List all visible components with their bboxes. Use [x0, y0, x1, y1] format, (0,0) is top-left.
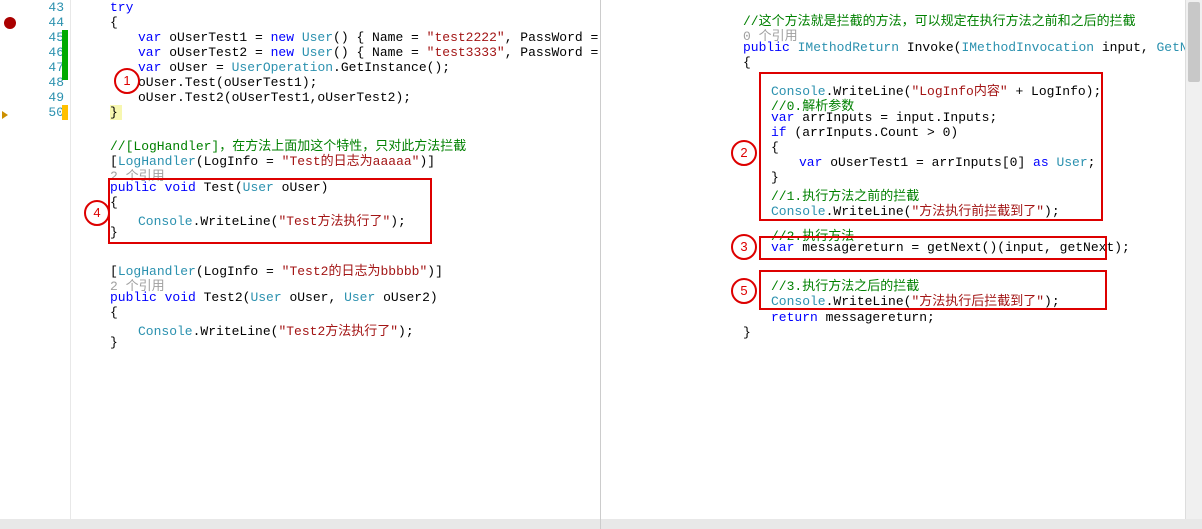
- code-line[interactable]: //[LogHandler]，在方法上面加这个特性，只对此方法拦截: [110, 135, 600, 150]
- annotation-circle-4: 4: [84, 200, 110, 226]
- line-number: 43: [34, 0, 64, 15]
- line-number: 44: [34, 15, 64, 30]
- code-line[interactable]: try: [110, 0, 600, 15]
- code-line[interactable]: {: [771, 140, 1202, 155]
- vertical-scrollbar[interactable]: [1185, 0, 1202, 529]
- scrollbar-thumb[interactable]: [1188, 2, 1200, 82]
- code-line[interactable]: {: [110, 195, 600, 210]
- line-number: 49: [34, 90, 64, 105]
- change-mark-icon: [62, 30, 68, 80]
- code-line[interactable]: public void Test(User oUser): [110, 180, 600, 195]
- code-line[interactable]: //0.解析参数: [771, 95, 1202, 110]
- line-number: 50: [34, 105, 64, 120]
- code-line[interactable]: {: [110, 15, 600, 30]
- code-line[interactable]: {: [743, 55, 1202, 70]
- code-line[interactable]: oUser.Test2(oUserTest1,oUserTest2);: [138, 90, 600, 105]
- code-line[interactable]: //3.执行方法之后的拦截: [771, 275, 1202, 290]
- annotation-circle-5: 5: [731, 278, 757, 304]
- code-line[interactable]: }: [110, 225, 600, 240]
- code-line[interactable]: }: [771, 170, 1202, 185]
- right-editor-pane: //这个方法就是拦截的方法，可以规定在执行方法之前和之后的拦截 0 个引用 pu…: [601, 0, 1202, 529]
- code-line[interactable]: //1.执行方法之前的拦截: [771, 185, 1202, 200]
- code-line[interactable]: //这个方法就是拦截的方法，可以规定在执行方法之前和之后的拦截: [743, 10, 1202, 25]
- code-line[interactable]: if (arrInputs.Count > 0): [771, 125, 1202, 140]
- code-editor[interactable]: //这个方法就是拦截的方法，可以规定在执行方法之前和之后的拦截 0 个引用 pu…: [613, 0, 1202, 529]
- code-line[interactable]: oUser.Test(oUserTest1);: [138, 75, 600, 90]
- code-line[interactable]: {: [110, 305, 600, 320]
- code-line[interactable]: }: [110, 335, 600, 350]
- split-view: 43 44 45 46 47 48 49 50 try { var oUserT…: [0, 0, 1202, 529]
- line-number: 45: [34, 30, 64, 45]
- codelens-references[interactable]: 2 个引用: [110, 275, 600, 290]
- code-line[interactable]: }: [743, 325, 1202, 340]
- codelens-references[interactable]: 0 个引用: [743, 25, 1202, 40]
- code-line[interactable]: Console.WriteLine("LogInfo内容" + LogInfo)…: [771, 80, 1202, 95]
- breakpoint-icon[interactable]: [4, 17, 16, 29]
- code-line[interactable]: public void Test2(User oUser, User oUser…: [110, 290, 600, 305]
- line-number: 47: [34, 60, 64, 75]
- status-strip: [601, 519, 1202, 529]
- code-line[interactable]: Console.WriteLine("Test方法执行了");: [138, 210, 600, 225]
- change-mark-icon: [62, 105, 68, 120]
- code-line[interactable]: [LogHandler(LogInfo = "Test的日志为aaaaa")]: [110, 150, 600, 165]
- code-line[interactable]: Console.WriteLine("Test2方法执行了");: [138, 320, 600, 335]
- code-line[interactable]: var arrInputs = input.Inputs;: [771, 110, 1202, 125]
- line-number: 48: [34, 75, 64, 90]
- code-line[interactable]: Console.WriteLine("方法执行前拦截到了");: [771, 200, 1202, 215]
- status-strip: [0, 519, 600, 529]
- annotation-circle-3: 3: [731, 234, 757, 260]
- annotation-circle-1: 1: [114, 68, 140, 94]
- code-line[interactable]: [LogHandler(LogInfo = "Test2的日志为bbbbb")]: [110, 260, 600, 275]
- code-line[interactable]: Console.WriteLine("方法执行后拦截到了");: [771, 290, 1202, 305]
- code-line[interactable]: var oUser = UserOperation.GetInstance();: [138, 60, 600, 75]
- line-number: 46: [34, 45, 64, 60]
- code-line[interactable]: public IMethodReturn Invoke(IMethodInvoc…: [743, 40, 1202, 55]
- gutter[interactable]: [601, 0, 613, 529]
- code-line[interactable]: //2.执行方法: [771, 225, 1202, 240]
- code-editor[interactable]: try { var oUserTest1 = new User() { Name…: [70, 0, 600, 529]
- codelens-references[interactable]: 2 个引用: [110, 165, 600, 180]
- code-line[interactable]: var oUserTest1 = new User() { Name = "te…: [138, 30, 600, 45]
- code-line[interactable]: return messagereturn;: [771, 310, 1202, 325]
- code-line[interactable]: var messagereturn = getNext()(input, get…: [771, 240, 1202, 255]
- code-line[interactable]: var oUserTest2 = new User() { Name = "te…: [138, 45, 600, 60]
- left-editor-pane: 43 44 45 46 47 48 49 50 try { var oUserT…: [0, 0, 601, 529]
- gutter[interactable]: 43 44 45 46 47 48 49 50: [0, 0, 71, 529]
- code-line[interactable]: }: [110, 105, 122, 120]
- execution-arrow-icon: [2, 108, 16, 122]
- code-line[interactable]: var oUserTest1 = arrInputs[0] as User;: [799, 155, 1202, 170]
- annotation-circle-2: 2: [731, 140, 757, 166]
